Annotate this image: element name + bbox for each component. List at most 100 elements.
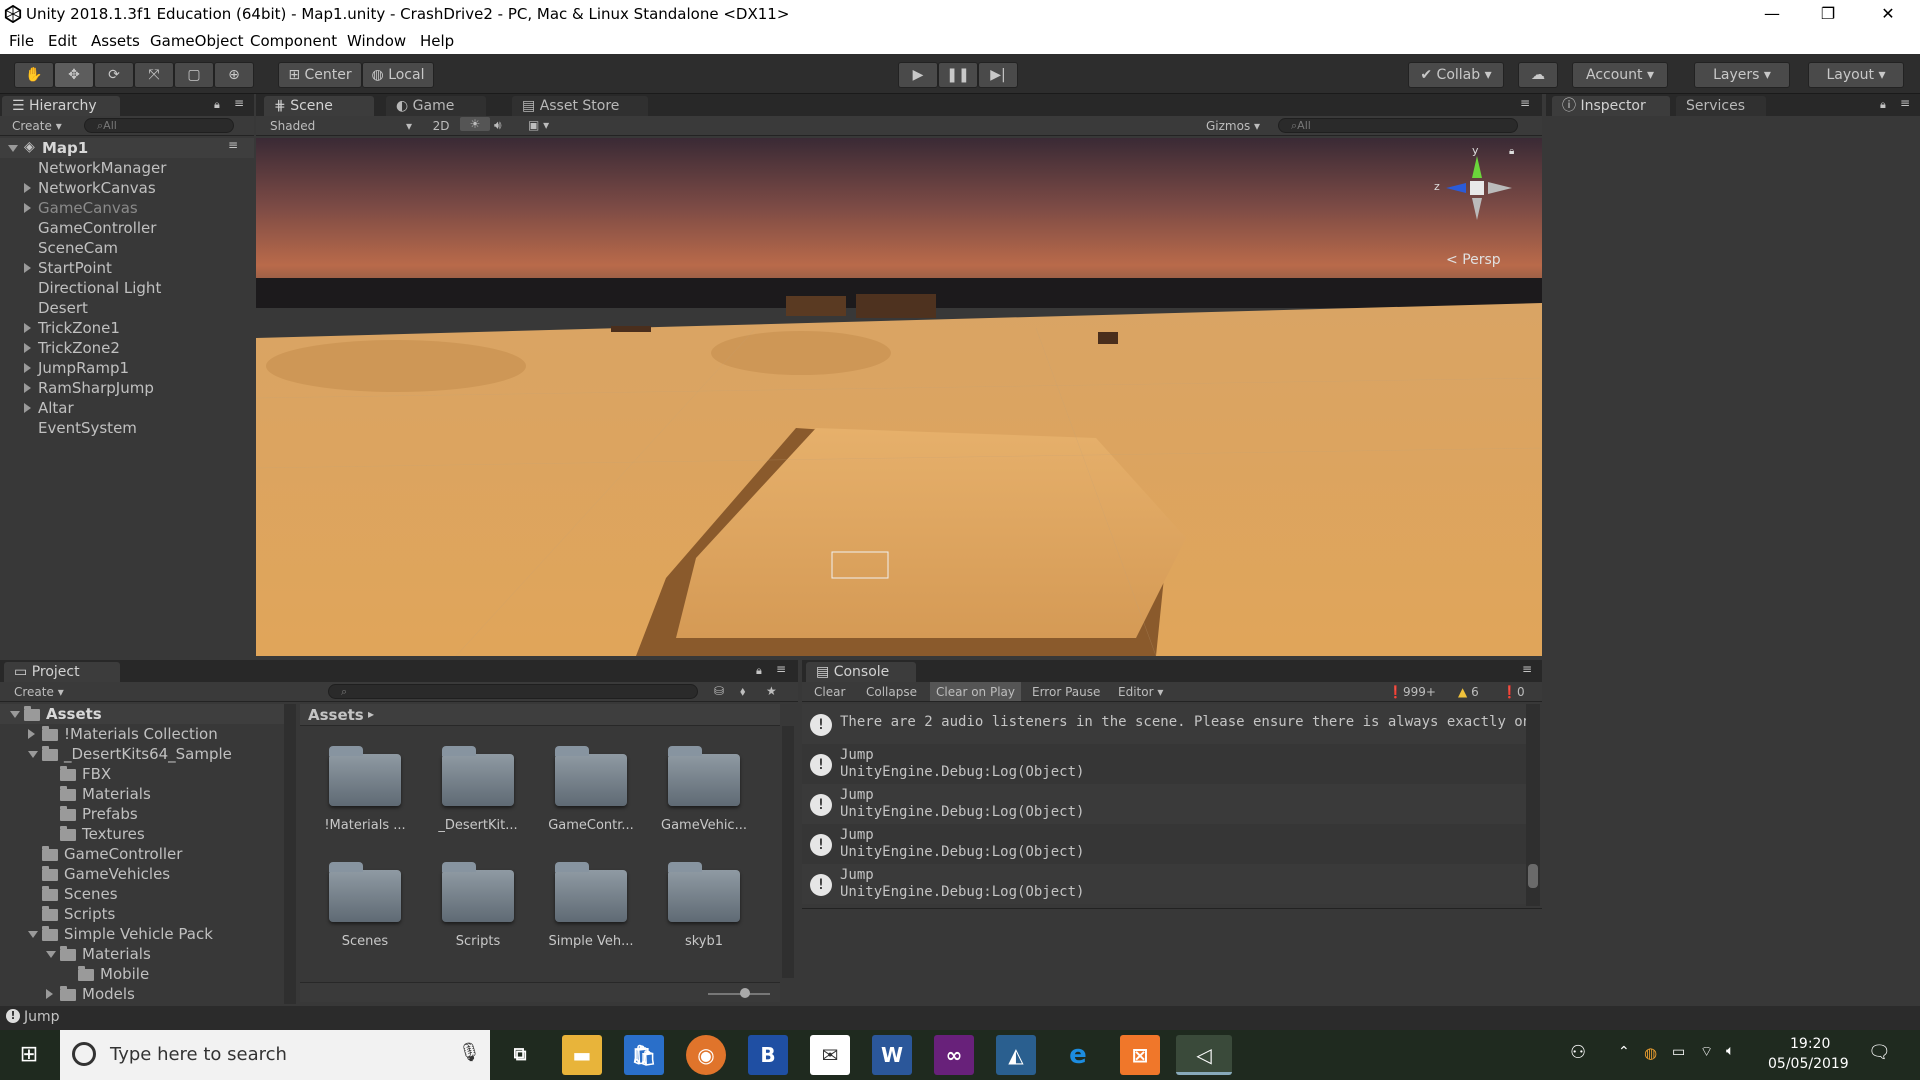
asset-folder-tile[interactable]: Simple Veh... <box>536 856 646 956</box>
hierarchy-item[interactable]: Desert <box>0 298 254 318</box>
project-menu-icon[interactable]: ≡ <box>776 662 786 676</box>
task-view-icon[interactable]: ⧉ <box>500 1035 540 1075</box>
lighting-toggle[interactable]: ☀ <box>460 117 490 131</box>
hierarchy-item[interactable]: Altar <box>0 398 254 418</box>
scene-viewport[interactable]: y z 🔒︎ < Persp <box>256 138 1542 656</box>
expand-arrow-icon[interactable] <box>28 751 38 758</box>
persp-toggle[interactable]: < Persp <box>1446 252 1501 268</box>
visual-studio-icon[interactable]: ∞ <box>934 1035 974 1075</box>
battery-icon[interactable]: ▭ <box>1672 1044 1685 1060</box>
mail-icon[interactable]: ✉ <box>810 1035 850 1075</box>
hierarchy-item[interactable]: GameCanvas <box>0 198 254 218</box>
menu-help[interactable]: Help <box>420 32 454 50</box>
hierarchy-item[interactable]: TrickZone2 <box>0 338 254 358</box>
expand-arrow-icon[interactable] <box>24 403 31 413</box>
tab-hierarchy[interactable]: ☰ Hierarchy <box>2 96 120 116</box>
maximize-button[interactable]: ❐ <box>1800 0 1856 28</box>
microphone-icon[interactable]: 🎙︎ <box>458 1042 481 1063</box>
expand-arrow-icon[interactable] <box>28 931 38 938</box>
rect-tool-button[interactable]: ▢ <box>174 62 214 88</box>
hierarchy-item[interactable]: JumpRamp1 <box>0 358 254 378</box>
expand-arrow-icon[interactable] <box>46 951 56 958</box>
file-explorer-icon[interactable]: ▬ <box>562 1035 602 1075</box>
close-button[interactable]: ✕ <box>1860 0 1916 28</box>
expand-arrow-icon[interactable] <box>24 343 31 353</box>
info-count-toggle[interactable]: ❗999+ <box>1388 685 1436 699</box>
menu-component[interactable]: Component <box>250 32 337 50</box>
shading-mode-dropdown[interactable]: Shaded <box>270 119 315 133</box>
icon-size-slider-thumb[interactable] <box>740 988 750 998</box>
project-tree-item[interactable]: FBX <box>0 764 284 784</box>
grid-scrollbar[interactable] <box>782 726 794 978</box>
project-search-input[interactable]: ⌕ <box>328 684 698 699</box>
project-tree-item[interactable]: GameVehicles <box>0 864 284 884</box>
console-log-entry[interactable]: ! There are 2 audio listeners in the scen… <box>802 704 1542 744</box>
expand-arrow-icon[interactable] <box>24 263 31 273</box>
paint-app-icon[interactable]: ◭ <box>996 1035 1036 1075</box>
asset-folder-tile[interactable]: Scenes <box>310 856 420 956</box>
hierarchy-item[interactable]: NetworkCanvas <box>0 178 254 198</box>
mode-2d-toggle[interactable]: 2D <box>426 119 456 133</box>
project-tree-item[interactable]: GameController <box>0 844 284 864</box>
asset-folder-tile[interactable]: GameContr... <box>536 740 646 840</box>
project-create-dropdown[interactable]: Create ▾ <box>14 685 64 699</box>
asset-folder-tile[interactable]: !Materials ... <box>310 740 420 840</box>
tab-inspector[interactable]: ⓘ Inspector <box>1552 96 1670 116</box>
console-log-entry[interactable]: ! Jump UnityEngine.Debug:Log(Object) <box>802 864 1528 904</box>
collab-button[interactable]: ✔ Collab ▾ <box>1408 62 1504 88</box>
clock-date[interactable]: 05/05/2019 <box>1768 1056 1849 1072</box>
favorite-star-icon[interactable]: ★ <box>766 684 777 698</box>
project-tree-item[interactable]: Scripts <box>0 904 284 924</box>
scene-panel-menu-icon[interactable]: ≡ <box>1520 96 1530 110</box>
cloud-button[interactable]: ☁ <box>1518 62 1558 88</box>
wifi-icon[interactable]: ⌔ <box>1700 1043 1713 1061</box>
expand-arrow-icon[interactable] <box>46 989 53 999</box>
error-count-toggle[interactable]: ❗0 <box>1502 685 1525 699</box>
shading-dropdown-arrow[interactable]: ▾ <box>406 119 412 133</box>
layers-dropdown[interactable]: Layers ▾ <box>1694 62 1790 88</box>
asset-folder-tile[interactable]: _DesertKit... <box>423 740 533 840</box>
console-menu-icon[interactable]: ≡ <box>1522 662 1532 676</box>
console-error-pause-toggle[interactable]: Error Pause <box>1032 685 1100 699</box>
gizmo-lock-icon[interactable]: 🔒︎ <box>1509 146 1514 157</box>
console-clear-on-play-toggle[interactable]: Clear on Play <box>930 682 1021 701</box>
menu-gameobject[interactable]: GameObject <box>150 32 244 50</box>
space-local-button[interactable]: ◍ Local <box>362 62 434 88</box>
effects-toggle[interactable]: ▣ ▾ <box>528 118 549 132</box>
volume-icon[interactable]: 🔈︎ <box>1726 1043 1734 1059</box>
account-dropdown[interactable]: Account ▾ <box>1572 62 1668 88</box>
breadcrumb[interactable]: Assets <box>308 706 364 724</box>
scene-menu-icon[interactable]: ≡ <box>228 138 238 152</box>
hierarchy-item[interactable]: EventSystem <box>0 418 254 438</box>
scale-tool-button[interactable]: ⤧ <box>134 62 174 88</box>
expand-arrow-icon[interactable] <box>24 203 31 213</box>
project-tree-item[interactable]: Assets <box>0 704 284 724</box>
filter-label-icon[interactable]: ⬧ <box>740 684 745 699</box>
hierarchy-item[interactable]: SceneCam <box>0 238 254 258</box>
hierarchy-create-dropdown[interactable]: Create ▾ <box>12 119 62 133</box>
console-log-entry[interactable]: ! Jump UnityEngine.Debug:Log(Object) <box>802 784 1528 824</box>
clock-time[interactable]: 19:20 <box>1790 1036 1830 1052</box>
project-tree-item[interactable]: Materials <box>0 784 284 804</box>
tab-game[interactable]: ◐ Game <box>386 96 486 116</box>
console-scrollbar[interactable] <box>1526 704 1540 906</box>
project-tree-item[interactable]: Models <box>0 984 284 1004</box>
hierarchy-item[interactable]: NetworkManager <box>0 158 254 178</box>
hierarchy-item[interactable]: GameController <box>0 218 254 238</box>
scene-root-row[interactable]: ◈ Map1 ≡ <box>0 138 254 158</box>
hierarchy-search-input[interactable]: ⌕All <box>84 118 234 133</box>
tray-expand-icon[interactable]: ⌃ <box>1618 1044 1630 1060</box>
edge-icon[interactable]: e <box>1058 1035 1098 1075</box>
project-tree-item[interactable]: !Materials Collection <box>0 724 284 744</box>
pause-button[interactable]: ❚❚ <box>938 62 978 88</box>
expand-arrow-icon[interactable] <box>10 711 20 718</box>
transform-tool-button[interactable]: ⊕ <box>214 62 254 88</box>
gizmos-dropdown[interactable]: Gizmos ▾ <box>1206 119 1260 133</box>
layout-dropdown[interactable]: Layout ▾ <box>1808 62 1904 88</box>
console-scroll-thumb[interactable] <box>1528 864 1538 888</box>
minimize-button[interactable]: — <box>1744 0 1800 28</box>
hand-tool-button[interactable]: ✋ <box>14 62 54 88</box>
people-icon[interactable]: ⚇ <box>1570 1042 1586 1063</box>
unity-taskbar-icon[interactable]: ◁ <box>1176 1035 1232 1075</box>
move-tool-button[interactable]: ✥ <box>54 62 94 88</box>
